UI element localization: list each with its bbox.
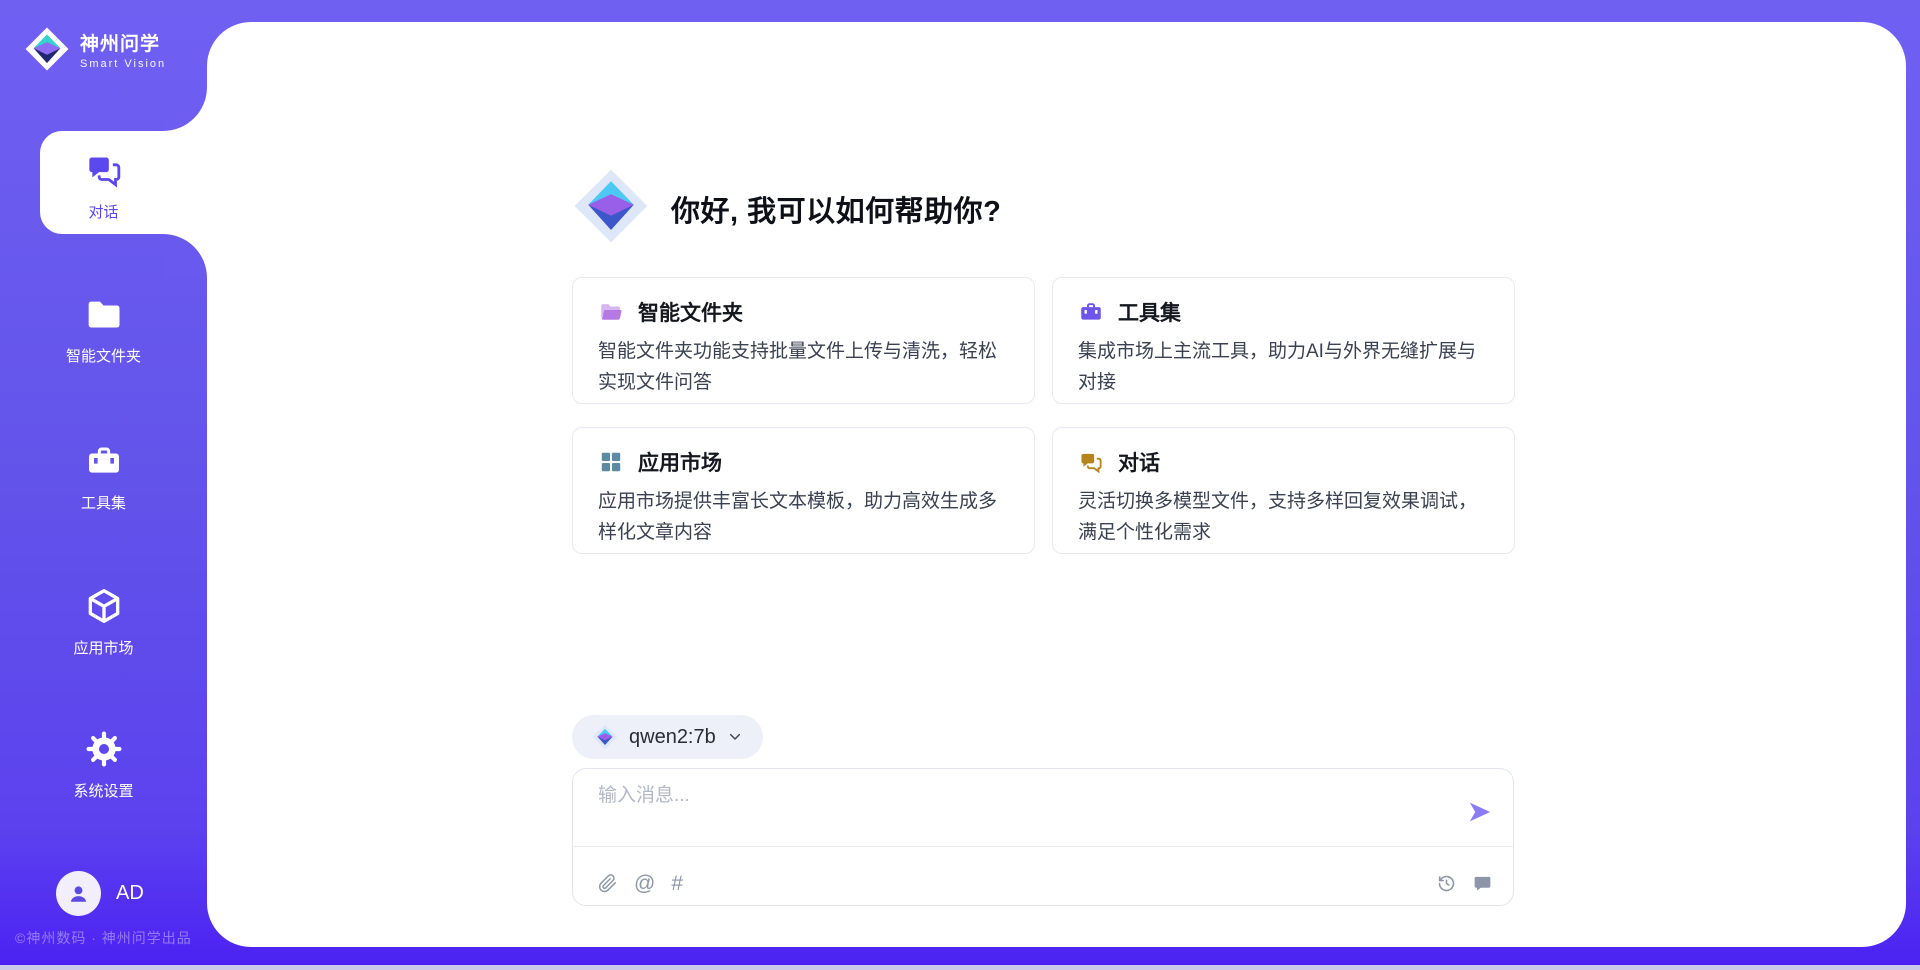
card-app-market[interactable]: 应用市场 应用市场提供丰富长文本模板，助力高效生成多样化文章内容: [572, 427, 1035, 554]
gear-icon: [84, 756, 124, 773]
card-title: 对话: [1118, 447, 1160, 477]
attachment-icon[interactable]: [597, 873, 618, 894]
card-description: 灵活切换多模型文件，支持多样回复效果调试，满足个性化需求: [1078, 486, 1489, 548]
sidebar-item-settings[interactable]: 系统设置: [0, 729, 207, 801]
chat-bubbles-icon: [84, 177, 124, 194]
toolbox-icon: [84, 468, 124, 485]
feature-cards: 智能文件夹 智能文件夹功能支持批量文件上传与清洗，轻松实现文件问答 工具集 集成…: [572, 277, 1515, 554]
mention-icon[interactable]: @: [634, 873, 655, 894]
main-panel: 你好, 我可以如何帮助你? 智能文件夹 智能文件夹功能支持批量文件上传与清洗，轻…: [207, 22, 1906, 947]
sidebar-item-smart-folder[interactable]: 智能文件夹: [0, 294, 207, 366]
sidebar-item-label: 智能文件夹: [0, 345, 207, 366]
sidebar-item-label: 对话: [0, 201, 207, 222]
message-input[interactable]: [598, 785, 1428, 807]
sidebar-item-toolset[interactable]: 工具集: [0, 441, 207, 513]
sidebar-item-label: 工具集: [0, 492, 207, 513]
message-composer: @ #: [572, 768, 1514, 906]
greeting-title: 你好, 我可以如何帮助你?: [671, 188, 1001, 230]
model-name: qwen2:7b: [629, 726, 716, 749]
card-smart-folder[interactable]: 智能文件夹 智能文件夹功能支持批量文件上传与清洗，轻松实现文件问答: [572, 277, 1035, 404]
person-icon: [65, 880, 92, 907]
composer-right-tools: [1436, 873, 1493, 894]
history-icon[interactable]: [1436, 873, 1457, 894]
user-name: AD: [116, 871, 144, 916]
send-button[interactable]: [1467, 799, 1493, 825]
composer-left-tools: @ #: [597, 873, 683, 894]
topic-icon[interactable]: #: [671, 873, 683, 894]
user-avatar[interactable]: [56, 871, 101, 916]
brand-diamond-icon: [24, 26, 70, 72]
sidebar: 神州问学 Smart Vision 对话 智能文件夹: [0, 0, 207, 970]
card-title: 应用市场: [638, 447, 722, 477]
active-nav-fillet-top: [163, 87, 207, 131]
brand-name: 神州问学: [80, 29, 166, 56]
active-nav-fillet-bottom: [163, 234, 207, 278]
brand-logo: 神州问学 Smart Vision: [24, 26, 166, 72]
send-icon: [1467, 799, 1493, 825]
cube-icon: [84, 613, 124, 630]
sidebar-item-app-market[interactable]: 应用市场: [0, 586, 207, 658]
toolbox-icon: [1078, 299, 1104, 325]
chat-bubbles-icon: [1078, 449, 1104, 475]
model-selector[interactable]: qwen2:7b: [572, 715, 763, 759]
copyright-footer: ©神州数码 · 神州问学出品: [15, 928, 192, 948]
card-description: 应用市场提供丰富长文本模板，助力高效生成多样化文章内容: [598, 486, 1009, 548]
card-toolset[interactable]: 工具集 集成市场上主流工具，助力AI与外界无缝扩展与对接: [1052, 277, 1515, 404]
sidebar-item-chat[interactable]: 对话: [0, 150, 207, 222]
card-title: 智能文件夹: [638, 297, 743, 327]
card-chat[interactable]: 对话 灵活切换多模型文件，支持多样回复效果调试，满足个性化需求: [1052, 427, 1515, 554]
sidebar-item-label: 系统设置: [0, 780, 207, 801]
brand-subtitle: Smart Vision: [80, 58, 166, 70]
feedback-message-icon[interactable]: [1472, 873, 1493, 894]
card-description: 集成市场上主流工具，助力AI与外界无缝扩展与对接: [1078, 336, 1489, 398]
chevron-down-icon: [727, 729, 743, 745]
composer-divider: [573, 846, 1513, 847]
sidebar-item-label: 应用市场: [0, 637, 207, 658]
card-title: 工具集: [1118, 297, 1181, 327]
folder-icon: [84, 321, 124, 338]
hero-diamond-icon: [572, 167, 650, 245]
model-diamond-icon: [592, 724, 618, 750]
bottom-edge-strip: [0, 965, 1920, 970]
card-description: 智能文件夹功能支持批量文件上传与清洗，轻松实现文件问答: [598, 336, 1009, 398]
app-grid-icon: [598, 449, 624, 475]
folder-open-icon: [598, 299, 624, 325]
